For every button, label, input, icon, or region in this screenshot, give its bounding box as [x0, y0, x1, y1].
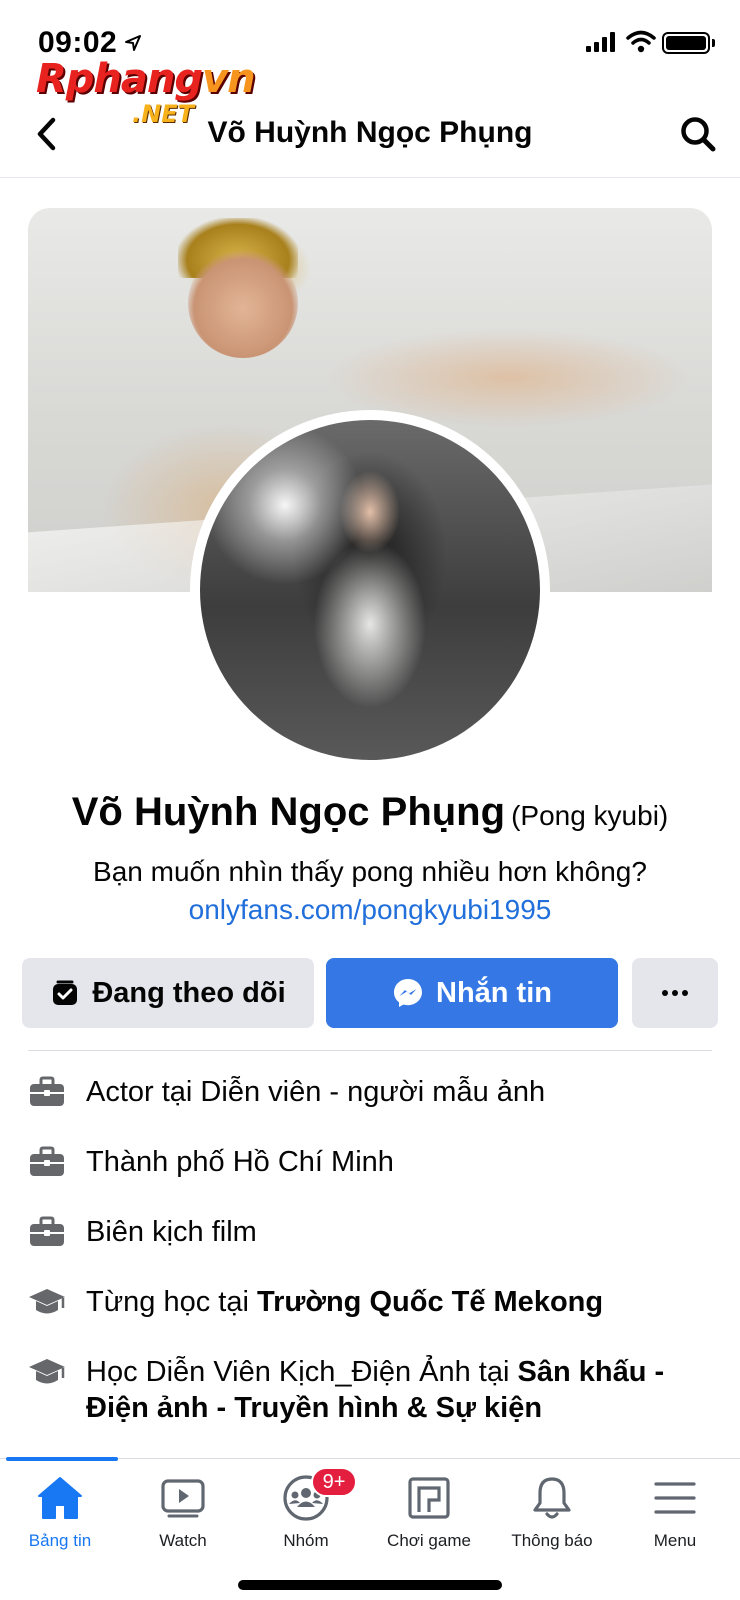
following-button[interactable]: Đang theo dõi — [22, 958, 314, 1028]
tab-label: Nhóm — [283, 1531, 329, 1550]
tab-watch[interactable]: Watch — [123, 1473, 243, 1573]
graduation-cap-icon — [29, 1359, 65, 1384]
detail-text: Từng học tại Trường Quốc Tế Mekong — [86, 1286, 604, 1318]
gaming-icon — [404, 1473, 454, 1523]
more-options-button[interactable] — [632, 958, 718, 1028]
battery-icon — [662, 32, 710, 54]
cover-figure — [188, 248, 298, 358]
graduation-cap-icon — [29, 1289, 65, 1314]
profile-bio: Bạn muốn nhìn thấy pong nhiều hơn không? — [93, 856, 647, 887]
bottom-tab-bar: Bảng tin Watch 9+ Nhóm Chơi game Thông b… — [0, 1457, 740, 1600]
messenger-icon — [394, 979, 422, 1007]
message-label: Nhắn tin — [436, 976, 552, 1009]
profile-name: Võ Huỳnh Ngọc Phụng — [71, 790, 506, 834]
battery-tip — [712, 39, 715, 47]
avatar-image — [200, 420, 540, 760]
tab-menu[interactable]: Menu — [615, 1473, 735, 1573]
groups-notification-badge: 9+ — [311, 1467, 357, 1497]
active-tab-indicator — [6, 1457, 118, 1461]
search-button[interactable] — [676, 112, 720, 156]
home-icon — [35, 1473, 85, 1523]
watch-video-icon — [158, 1473, 208, 1523]
more-dots-icon — [662, 990, 688, 996]
tab-label: Watch — [159, 1531, 207, 1550]
tab-news-feed[interactable]: Bảng tin — [0, 1473, 120, 1573]
search-icon — [681, 117, 716, 152]
tab-gaming[interactable]: Chơi game — [369, 1473, 489, 1573]
profile-name-line: Võ Huỳnh Ngọc Phụng (Pong kyubi) — [0, 790, 740, 835]
home-indicator[interactable] — [238, 1580, 502, 1590]
detail-text: Actor tại Diễn viên - người mẫu ảnh — [86, 1076, 546, 1108]
tab-notifications[interactable]: Thông báo — [492, 1473, 612, 1573]
tab-label: Thông báo — [511, 1531, 593, 1550]
cellular-signal-icon — [586, 32, 615, 52]
following-label: Đang theo dõi — [92, 976, 286, 1009]
message-button[interactable]: Nhắn tin — [326, 958, 618, 1028]
briefcase-icon — [30, 1216, 64, 1246]
detail-text: Thành phố Hồ Chí Minh — [86, 1146, 394, 1178]
bell-icon — [527, 1473, 577, 1523]
profile-link[interactable]: onlyfans.com/pongkyubi1995 — [0, 894, 740, 926]
profile-alternate-name: (Pong kyubi) — [511, 800, 669, 831]
profile-header: Võ Huỳnh Ngọc Phụng — [0, 100, 740, 178]
profile-avatar[interactable] — [190, 410, 550, 770]
wifi-icon — [626, 30, 656, 53]
tab-label: Chơi game — [387, 1531, 471, 1550]
status-time: 09:02 — [38, 26, 118, 59]
detail-text: Biên kịch film — [86, 1216, 257, 1248]
tab-label: Bảng tin — [28, 1531, 92, 1550]
briefcase-icon — [30, 1076, 64, 1106]
header-title: Võ Huỳnh Ngọc Phụng — [207, 116, 533, 149]
location-arrow-icon — [125, 35, 141, 51]
tab-groups[interactable]: 9+ Nhóm — [246, 1467, 366, 1573]
menu-icon — [650, 1473, 700, 1523]
watermark-main: Rphangvn — [36, 56, 256, 102]
tab-label: Menu — [653, 1531, 697, 1550]
school-link[interactable]: Trường Quốc Tế Mekong — [257, 1286, 603, 1318]
briefcase-icon — [30, 1146, 64, 1176]
following-check-icon — [53, 980, 78, 1005]
groups-icon: 9+ — [281, 1467, 357, 1523]
detail-text: Học Diễn Viên Kịch_Điện Ảnh tại Sân khấu… — [86, 1356, 665, 1424]
section-divider — [28, 1050, 712, 1051]
